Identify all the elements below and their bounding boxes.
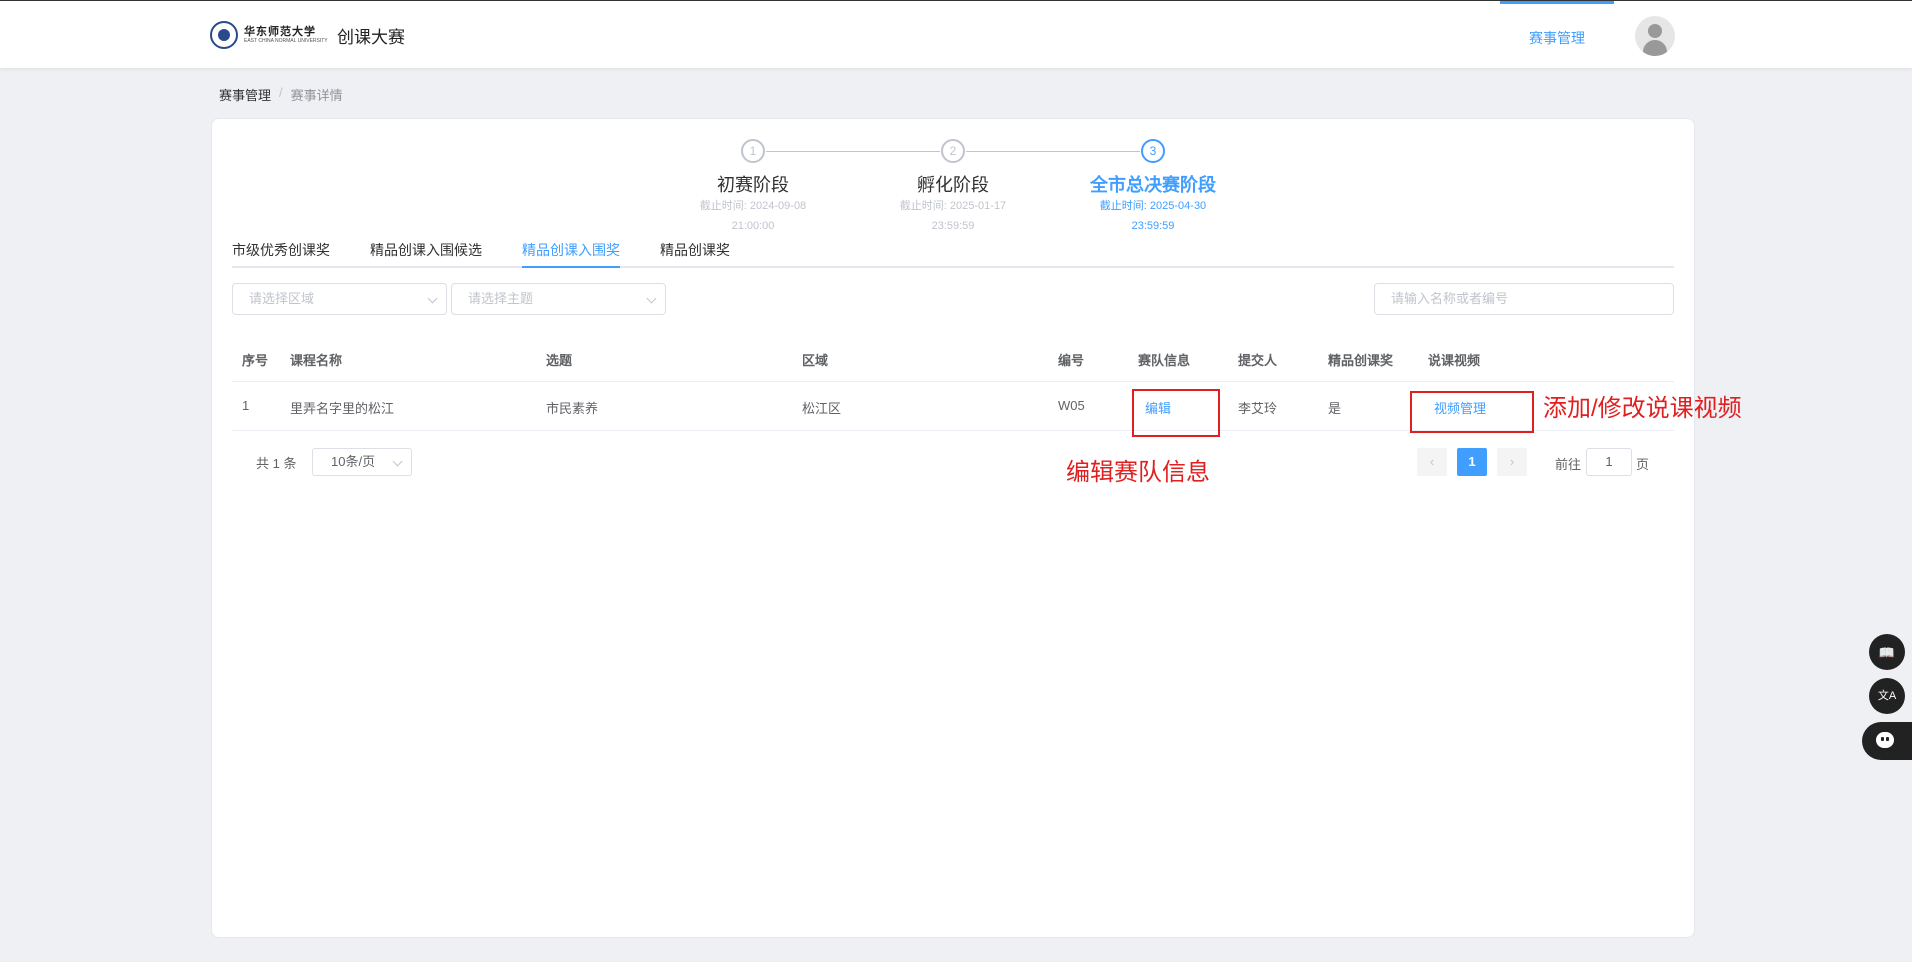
step-1-deadline-date: 截止时间: 2024-09-08: [699, 200, 807, 212]
tab-premium-shortlist-award[interactable]: 精品创课入围奖: [522, 240, 620, 268]
translate-icon[interactable]: 文A: [1869, 678, 1905, 714]
cell-code: W05: [1058, 398, 1085, 413]
step-2-deadline-date: 截止时间: 2025-01-17: [899, 200, 1007, 212]
step-2-deadline-time: 23:59:59: [931, 220, 975, 232]
col-header-index: 序号: [242, 353, 269, 368]
page-unit-label: 页: [1636, 457, 1650, 472]
logo-wordmark: 华东师范大学 EAST CHINA NORMAL UNIVERSITY: [244, 25, 328, 45]
edit-team-highlight-box: [1132, 389, 1220, 437]
cell-topic: 市民素养: [546, 401, 599, 416]
tab-premium-shortlist-candidates[interactable]: 精品创课入围候选: [370, 240, 482, 268]
prev-page-button[interactable]: ‹: [1417, 448, 1447, 476]
col-header-code: 编号: [1058, 353, 1085, 368]
goto-page-input[interactable]: 1: [1586, 448, 1632, 476]
step-2-deadline: 截止时间: 2025-01-17 23:59:59: [863, 196, 1043, 236]
cell-submitter: 李艾玲: [1238, 401, 1278, 416]
annotation-add-modify-video: 添加/修改说课视频: [1543, 395, 1742, 422]
app-title: 创课大赛: [337, 28, 405, 47]
step-connector-1: [766, 151, 940, 152]
topic-select[interactable]: 请选择主题: [451, 283, 666, 315]
breadcrumb-event-management[interactable]: 赛事管理: [219, 85, 271, 104]
nav-item-event-management[interactable]: 赛事管理: [1500, 1, 1614, 69]
chevron-down-icon: [646, 293, 657, 304]
translate-icon-glyph: 文A: [1877, 690, 1897, 702]
step-3-deadline-time: 23:59:59: [1131, 220, 1175, 232]
user-avatar[interactable]: [1635, 16, 1675, 56]
col-header-course-name: 课程名称: [290, 353, 343, 368]
step-1-deadline-time: 21:00:00: [731, 220, 775, 232]
step-3-deadline: 截止时间: 2025-04-30 23:59:59: [1063, 196, 1243, 236]
chatbot-face-icon: [1876, 732, 1894, 748]
top-header: 华东师范大学 EAST CHINA NORMAL UNIVERSITY 创课大赛…: [0, 0, 1912, 68]
col-header-topic: 选题: [546, 353, 573, 368]
col-header-region: 区域: [802, 353, 829, 368]
step-connector-2: [966, 151, 1140, 152]
annotation-edit-team-info: 编辑赛队信息: [1066, 459, 1210, 486]
page-1-button[interactable]: 1: [1457, 448, 1487, 476]
next-page-button[interactable]: ›: [1497, 448, 1527, 476]
step-3-circle: 3: [1141, 139, 1165, 163]
step-2-title: 孵化阶段: [917, 175, 989, 195]
region-select-placeholder: 请选择区域: [249, 291, 315, 306]
pagination-total: 共 1 条: [256, 456, 297, 471]
col-header-premium-award: 精品创课奖: [1328, 353, 1394, 368]
video-highlight-box: [1410, 391, 1534, 433]
step-2-circle: 2: [941, 139, 965, 163]
col-header-lecture-video: 说课视频: [1428, 353, 1481, 368]
step-3-title: 全市总决赛阶段: [1090, 175, 1216, 195]
step-1-deadline: 截止时间: 2024-09-08 21:00:00: [663, 196, 843, 236]
col-header-submitter: 提交人: [1238, 353, 1278, 368]
book-icon[interactable]: 📖: [1869, 634, 1905, 670]
cell-course-name: 里弄名字里的松江: [290, 401, 395, 416]
page-size-select[interactable]: 10条/页: [312, 448, 412, 476]
cell-premium-award: 是: [1328, 401, 1342, 416]
tab-premium-award[interactable]: 精品创课奖: [660, 240, 730, 268]
goto-label: 前往: [1555, 457, 1582, 472]
step-1-title: 初赛阶段: [717, 175, 789, 195]
chevron-down-icon: [392, 456, 403, 467]
table-header-divider: [232, 381, 1674, 382]
avatar-head-icon: [1648, 24, 1662, 38]
cell-index: 1: [242, 398, 250, 413]
breadcrumb: 赛事管理 / 赛事详情: [219, 85, 343, 104]
region-select[interactable]: 请选择区域: [232, 283, 447, 315]
topic-select-placeholder: 请选择主题: [468, 291, 534, 306]
chatbot-icon[interactable]: [1862, 722, 1912, 760]
avatar-body-icon: [1643, 40, 1667, 56]
step-1-circle: 1: [741, 139, 765, 163]
chevron-down-icon: [427, 293, 438, 304]
book-icon-glyph: 📖: [1878, 645, 1896, 660]
award-tabs: 市级优秀创课奖 精品创课入围候选 精品创课入围奖 精品创课奖: [232, 240, 1674, 268]
search-input[interactable]: 请输入名称或者编号: [1374, 283, 1674, 315]
logo-subtext: EAST CHINA NORMAL UNIVERSITY: [244, 38, 328, 44]
step-3-deadline-date: 截止时间: 2025-04-30: [1099, 200, 1207, 212]
search-input-placeholder: 请输入名称或者编号: [1391, 291, 1509, 306]
page-size-value: 10条/页: [331, 454, 376, 469]
logo-text: 华东师范大学: [244, 25, 316, 38]
cell-region: 松江区: [802, 401, 842, 416]
breadcrumb-separator: /: [279, 85, 283, 100]
university-seal-icon: [210, 21, 238, 49]
breadcrumb-event-detail: 赛事详情: [290, 88, 343, 103]
university-logo[interactable]: 华东师范大学 EAST CHINA NORMAL UNIVERSITY: [210, 19, 328, 51]
tab-city-excellent-award[interactable]: 市级优秀创课奖: [232, 240, 330, 268]
col-header-team-info: 赛队信息: [1138, 353, 1191, 368]
